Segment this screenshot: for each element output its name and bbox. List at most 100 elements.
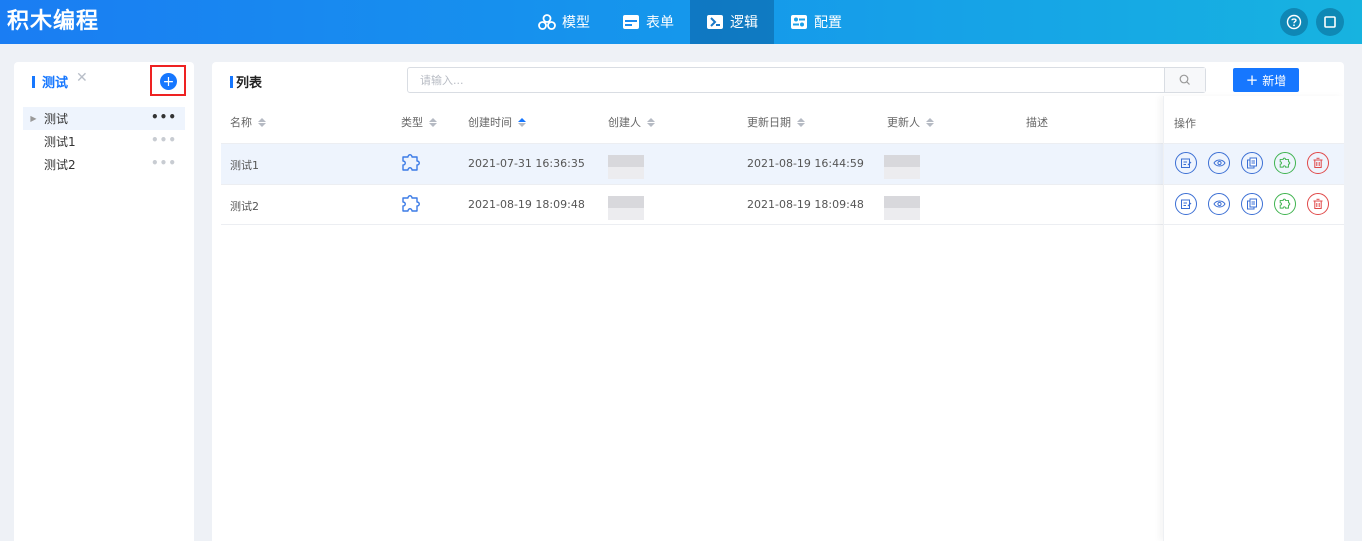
cell-created-time: 2021-08-19 18:09:48 xyxy=(468,198,585,211)
nav-label: 表单 xyxy=(646,15,674,31)
help-button[interactable] xyxy=(1280,8,1308,36)
view-icon xyxy=(1212,159,1226,167)
cell-updated-date: 2021-08-19 16:44:59 xyxy=(747,157,864,170)
sort-icon[interactable] xyxy=(429,117,437,127)
cell-updater-redacted xyxy=(884,167,920,179)
caret-right-icon[interactable]: ▶ xyxy=(23,114,44,123)
puzzle-icon xyxy=(1279,157,1290,168)
operations-column: 操作 xyxy=(1163,96,1344,541)
config-icon xyxy=(791,15,807,29)
category-tree: ▶ 测试 ••• 测试1 ••• 测试2 ••• xyxy=(23,107,185,176)
copy-icon xyxy=(1247,157,1257,169)
column-label: 创建人 xyxy=(608,116,641,129)
delete-icon xyxy=(1313,157,1323,168)
column-label: 更新人 xyxy=(887,116,920,129)
column-header-created-time[interactable]: 创建时间 xyxy=(468,114,526,130)
copy-button[interactable] xyxy=(1241,152,1263,174)
tree-item-child[interactable]: 测试1 ••• xyxy=(23,130,185,153)
tree-item-root[interactable]: ▶ 测试 ••• xyxy=(23,107,185,130)
cell-updater-redacted xyxy=(884,208,920,220)
view-button[interactable] xyxy=(1208,193,1230,215)
window-button[interactable] xyxy=(1316,8,1344,36)
puzzle-icon xyxy=(402,154,420,171)
tab-test[interactable]: 测试 xyxy=(32,72,68,91)
main-nav: 模型 表单 逻辑 配置 xyxy=(522,0,858,44)
cell-created-time: 2021-07-31 16:36:35 xyxy=(468,157,585,170)
column-label: 类型 xyxy=(401,116,423,129)
column-header-type[interactable]: 类型 xyxy=(401,114,437,130)
tab-label: 测试 xyxy=(42,76,69,91)
edit-button[interactable] xyxy=(1175,152,1197,174)
more-icon[interactable]: ••• xyxy=(151,110,177,124)
column-header-creator[interactable]: 创建人 xyxy=(608,114,655,130)
edit-icon xyxy=(1181,158,1192,168)
cell-name: 测试1 xyxy=(230,159,259,172)
new-button-label: 新增 xyxy=(1262,73,1287,88)
row-actions xyxy=(1175,193,1329,215)
title-text: 列表 xyxy=(236,76,263,91)
delete-button[interactable] xyxy=(1307,193,1329,215)
app-logo: 积木编程 xyxy=(7,9,100,34)
nav-label: 配置 xyxy=(814,15,842,31)
top-header: 积木编程 模型 表单 逻辑 配置 xyxy=(0,0,1362,44)
search-box xyxy=(407,67,1206,93)
nav-item-form[interactable]: 表单 xyxy=(606,0,690,44)
sort-icon[interactable] xyxy=(797,117,805,127)
column-header-name[interactable]: 名称 xyxy=(230,114,266,130)
new-button[interactable]: + 新增 xyxy=(1233,68,1299,92)
logic-icon xyxy=(707,15,723,29)
cell-creator-redacted xyxy=(608,196,644,208)
cell-creator-redacted xyxy=(608,208,644,220)
view-button[interactable] xyxy=(1208,152,1230,174)
cell-name: 测试2 xyxy=(230,200,259,213)
tree-item-child[interactable]: 测试2 ••• xyxy=(23,153,185,176)
copy-button[interactable] xyxy=(1241,193,1263,215)
cell-updater-redacted xyxy=(884,155,920,167)
page-title: 列表 xyxy=(230,72,262,91)
nav-item-model[interactable]: 模型 xyxy=(522,0,606,44)
nav-label: 逻辑 xyxy=(730,15,758,31)
delete-icon xyxy=(1313,198,1323,209)
cell-updater-redacted xyxy=(884,196,920,208)
search-button[interactable] xyxy=(1164,68,1205,92)
column-header-ops: 操作 xyxy=(1174,117,1196,130)
puzzle-icon xyxy=(402,195,420,212)
column-header-updater[interactable]: 更新人 xyxy=(887,114,934,130)
title-indicator xyxy=(230,75,233,88)
delete-button[interactable] xyxy=(1307,152,1329,174)
view-icon xyxy=(1212,200,1226,208)
design-button[interactable] xyxy=(1274,152,1296,174)
edit-icon xyxy=(1181,199,1192,209)
sort-icon[interactable] xyxy=(926,117,934,127)
column-label: 创建时间 xyxy=(468,116,512,129)
close-icon[interactable]: ✕ xyxy=(76,70,88,86)
column-header-updated-date[interactable]: 更新日期 xyxy=(747,114,805,130)
nav-item-logic[interactable]: 逻辑 xyxy=(690,0,774,44)
nav-label: 模型 xyxy=(562,15,590,31)
design-button[interactable] xyxy=(1274,193,1296,215)
column-header-description: 描述 xyxy=(1026,114,1048,130)
search-input[interactable] xyxy=(408,68,1164,92)
more-icon[interactable]: ••• xyxy=(151,133,177,147)
main-panel: 列表 + 新增 名称 类型 创建时间 创建人 xyxy=(212,62,1344,541)
search-icon xyxy=(1179,74,1190,85)
edit-button[interactable] xyxy=(1175,193,1197,215)
form-icon xyxy=(623,15,639,29)
sort-icon[interactable] xyxy=(518,117,526,127)
puzzle-icon xyxy=(1279,198,1290,209)
tab-indicator xyxy=(32,75,35,88)
sort-icon[interactable] xyxy=(647,117,655,127)
sort-icon[interactable] xyxy=(258,117,266,127)
window-icon xyxy=(1324,16,1336,28)
more-icon[interactable]: ••• xyxy=(151,156,177,170)
help-icon xyxy=(1286,14,1302,30)
cell-creator-redacted xyxy=(608,167,644,179)
model-icon xyxy=(538,14,556,30)
nav-item-config[interactable]: 配置 xyxy=(774,0,858,44)
add-button[interactable]: + xyxy=(160,73,177,90)
cell-updated-date: 2021-08-19 18:09:48 xyxy=(747,198,864,211)
column-label: 名称 xyxy=(230,116,252,129)
plus-icon: + xyxy=(1245,70,1259,89)
left-panel: 测试 ✕ + ▶ 测试 ••• 测试1 ••• 测试2 ••• xyxy=(14,62,194,541)
row-actions xyxy=(1175,152,1329,174)
